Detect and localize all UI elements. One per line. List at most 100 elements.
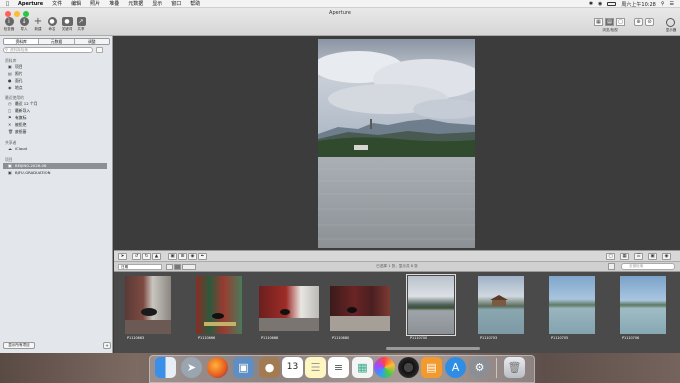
reminders-icon[interactable]: ≡ [328, 357, 349, 378]
sidebar-item-label: BEIJING-2026-08 [15, 163, 47, 168]
sidebar-item-flagged[interactable]: ⚑ 有旗标 [8, 115, 112, 121]
straighten-button[interactable]: ▣ [168, 253, 177, 260]
calendar-icon[interactable]: 13 [282, 357, 303, 378]
menu-view[interactable]: 显示 [152, 0, 162, 7]
tab-adjust[interactable]: 调整 [74, 39, 109, 44]
battery-icon[interactable] [607, 2, 617, 6]
books-icon[interactable]: ▤ [421, 357, 442, 378]
menu-file[interactable]: 文件 [52, 0, 62, 7]
thumbnail-image [125, 276, 171, 334]
thumbnail[interactable]: P1110663 [125, 276, 171, 340]
thumbnail[interactable]: P1110680 [330, 276, 390, 340]
hud-button[interactable]: ⊘ [645, 18, 654, 26]
thumbnail[interactable]: P1110703 [478, 276, 524, 340]
numbers-icon[interactable]: ▦ [352, 357, 373, 378]
menu-stacks[interactable]: 堆叠 [109, 0, 119, 7]
notification-center-icon[interactable]: ☰ [670, 1, 674, 7]
firefox-icon[interactable] [207, 357, 228, 378]
red-eye-button[interactable]: ◉ [188, 253, 197, 260]
inspector-button[interactable]: i 检查器 [2, 17, 16, 32]
keywords-button[interactable]: ● 关键词 [60, 17, 74, 32]
adjust-button[interactable]: ⊕ [634, 18, 643, 26]
launchpad-icon[interactable]: ➤ [181, 357, 202, 378]
new-button[interactable]: + 新建 [31, 17, 45, 32]
thumbnail[interactable]: P1110705 [549, 276, 595, 340]
viewer-grid-button[interactable]: ▦ [620, 253, 629, 260]
rotate-left-button[interactable]: ↺ [132, 253, 141, 260]
tab-library[interactable]: 资料库 [4, 39, 40, 44]
thumbnail[interactable]: P1110666 [196, 276, 242, 340]
menu-photos[interactable]: 照片 [90, 0, 100, 7]
view-toggle-button[interactable] [96, 47, 103, 53]
layout-browser-button[interactable]: ▦ [594, 18, 603, 26]
pointer-tool-button[interactable]: ➤ [118, 253, 127, 260]
app-store-icon[interactable]: A [445, 357, 466, 378]
trash-icon[interactable]: 🗑 [504, 357, 525, 378]
add-button[interactable]: + [103, 342, 111, 349]
sidebar: 资料库 元数据 调整 资料库检索 ⚲ 资料库 ▣ 项目 ▤ 照片 ● 面孔 ◉ 地点 最… [0, 36, 113, 353]
thumbnail-caption: P1110680 [332, 336, 350, 340]
lift-tool-button[interactable]: ▲ [152, 253, 161, 260]
filmstrip-scrollbar[interactable] [386, 347, 480, 350]
viewer-mode-button[interactable]: ▢ [606, 253, 615, 260]
thumbnail-selected[interactable]: P1110700 [406, 274, 456, 340]
menu-metadata[interactable]: 元数据 [128, 0, 143, 7]
tab-metadata[interactable]: 元数据 [39, 39, 75, 44]
sidebar-item-project-beijing[interactable]: ▣ BEIJING-2026-08 [3, 163, 107, 169]
spotlight-icon[interactable]: ⚲ [661, 1, 665, 7]
sidebar-item-project-bjfu[interactable]: ▣ BJFU-GRADUATION [8, 170, 112, 176]
menu-window[interactable]: 窗口 [171, 0, 181, 7]
menu-app[interactable]: Aperture [18, 1, 43, 7]
fullscreen-button[interactable]: ▣ [648, 253, 657, 260]
browser-search-input[interactable]: 全部检索 [621, 263, 675, 270]
sidebar-tabs: 资料库 元数据 调整 [3, 38, 110, 45]
thumbnail[interactable]: P1110706 [620, 276, 666, 340]
sidebar-item-projects[interactable]: ▣ 项目 [8, 64, 112, 70]
sidebar-item-faces[interactable]: ● 面孔 [8, 78, 112, 84]
wifi-icon[interactable]: ◉ [598, 1, 602, 7]
layout-viewer-button[interactable]: ▢ [616, 18, 625, 26]
notes-icon[interactable]: ☰ [305, 357, 326, 378]
rotate-right-button[interactable]: ↻ [142, 253, 151, 260]
sidebar-item-label: 面孔 [15, 78, 23, 83]
trash-icon: 🗑 [8, 129, 14, 134]
clock[interactable]: 周六上午10:28 [621, 1, 655, 8]
loupe-icon[interactable] [666, 18, 675, 27]
viewer-list-button[interactable]: ☰ [634, 253, 643, 260]
apple-menu-icon[interactable]:  [6, 1, 9, 7]
layout-split-button[interactable]: ▤ [605, 18, 614, 26]
hud-toggle-button[interactable]: ◉ [662, 253, 671, 260]
sidebar-item-places[interactable]: ◉ 地点 [8, 85, 112, 91]
contacts-icon[interactable]: ● [259, 357, 280, 378]
window-title: Aperture [329, 10, 351, 16]
thumbnail-caption: P1110668 [261, 336, 279, 340]
bluetooth-icon[interactable]: ✱ [589, 1, 593, 7]
pavilion-image [490, 295, 508, 306]
aperture-icon[interactable] [398, 357, 419, 378]
menu-help[interactable]: 帮助 [190, 0, 200, 7]
name-button[interactable]: ● 命名 [45, 17, 59, 32]
crop-button[interactable]: ⊞ [178, 253, 187, 260]
show-all-projects-button[interactable]: 显示所有项目 [3, 342, 35, 349]
sidebar-item-photos[interactable]: ▤ 照片 [8, 71, 112, 77]
thumbnail[interactable]: P1110668 [259, 276, 319, 340]
photos-icon[interactable] [374, 357, 395, 378]
main-photo[interactable] [318, 39, 475, 248]
brush-button[interactable]: ✒ [198, 253, 207, 260]
sidebar-item-trash[interactable]: 🗑 废纸篓 [8, 129, 112, 135]
import-button[interactable]: ↓ 导入 [17, 17, 31, 32]
selection-status: 已选择 1 张，显示共 8 张 [376, 264, 418, 268]
system-preferences-icon[interactable]: ⚙ [469, 357, 490, 378]
share-button[interactable]: ↗ 共享 [74, 17, 88, 32]
sidebar-item-last-import[interactable]: ◻ 最新导入 [8, 108, 112, 114]
preview-icon[interactable]: ▣ [233, 357, 254, 378]
finder-icon[interactable] [155, 357, 176, 378]
sidebar-item-last-12-months[interactable]: ◷ 最近 12 个月 [8, 101, 112, 107]
magpie-image [330, 307, 390, 331]
menu-edit[interactable]: 编辑 [71, 0, 81, 7]
filter-button[interactable] [608, 263, 615, 270]
library-search-input[interactable]: 资料库检索 [3, 47, 93, 53]
sidebar-item-rejected[interactable]: ✕ 被拒绝 [8, 122, 112, 128]
sidebar-item-icloud[interactable]: ☁ iCloud [8, 146, 112, 152]
photos-icon: ▤ [8, 71, 12, 76]
